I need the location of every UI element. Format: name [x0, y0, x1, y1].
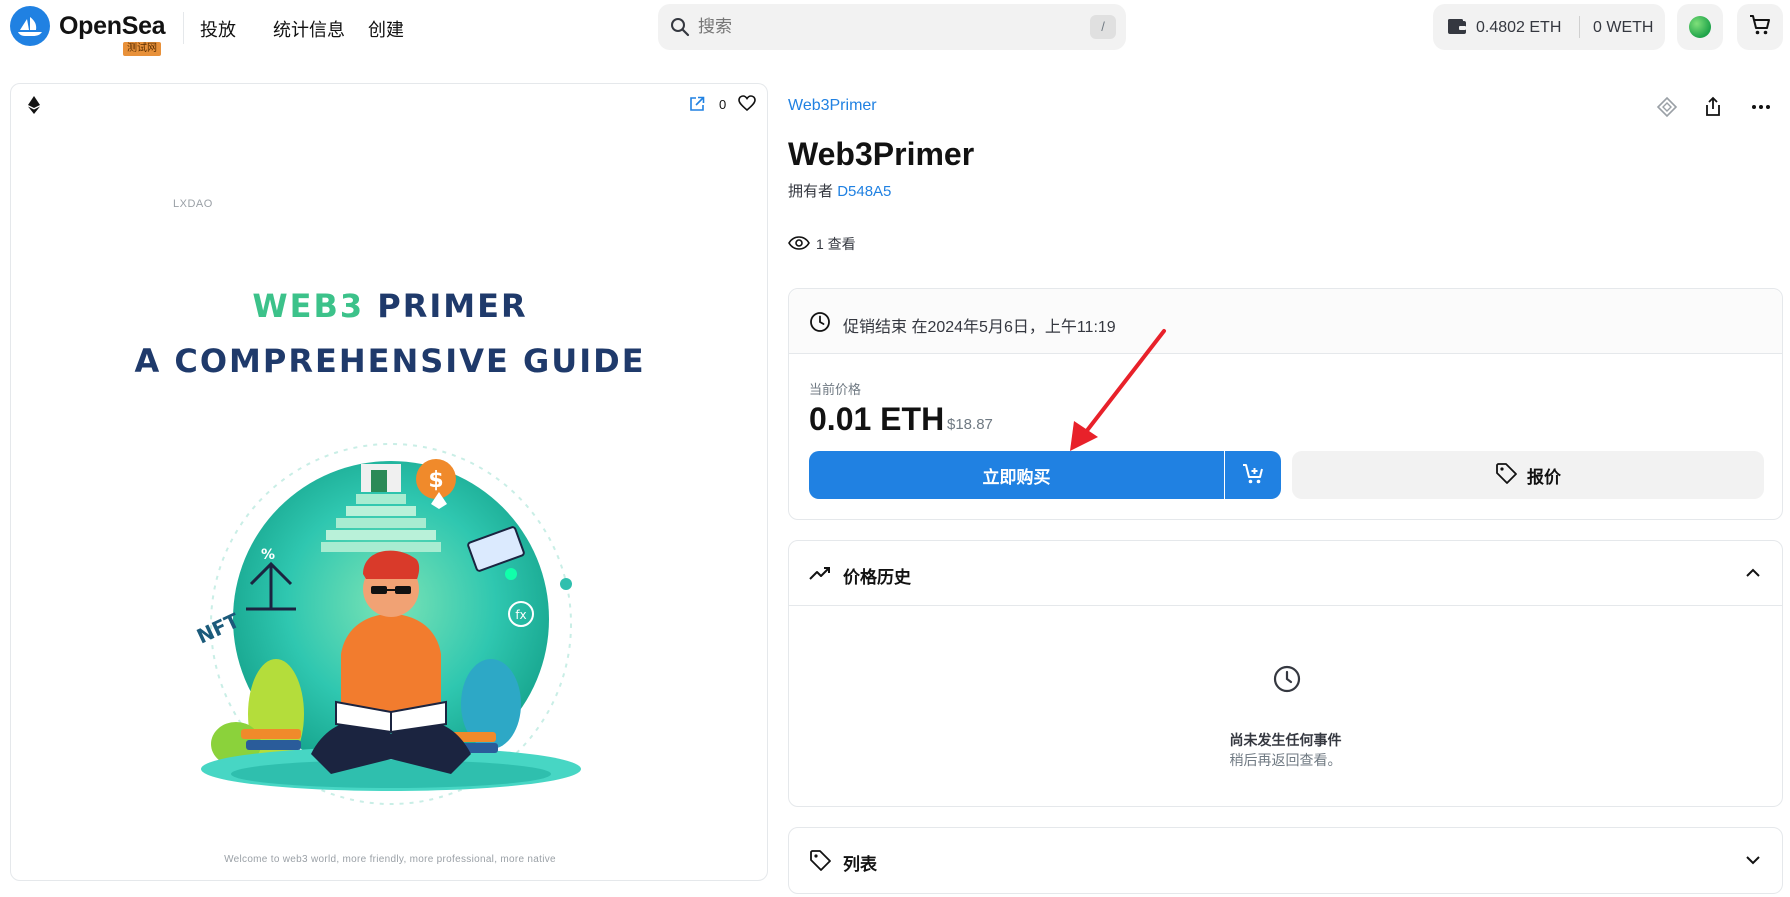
- price-history-title: 价格历史: [843, 568, 911, 587]
- nav-link-drops[interactable]: 投放: [200, 16, 236, 42]
- eth-balance: 0.4802 ETH: [1476, 19, 1562, 36]
- annotation-arrow-icon: [1060, 325, 1180, 460]
- add-to-cart-button[interactable]: [1225, 451, 1281, 499]
- empty-state-subtitle: 稍后再返回查看。: [1229, 752, 1342, 768]
- owner-label: 拥有者: [788, 183, 834, 200]
- owner-link[interactable]: D548A5: [837, 183, 891, 200]
- nft-artwork[interactable]: LXDAO WEB3 PRIMER A COMPREHENSIVE GUIDE: [11, 124, 767, 880]
- tag-icon: [809, 849, 831, 876]
- cart-button[interactable]: [1737, 4, 1783, 50]
- nav-link-create[interactable]: 创建: [368, 16, 404, 42]
- svg-text:fx: fx: [515, 608, 526, 622]
- external-link-icon[interactable]: [689, 96, 705, 117]
- cart-plus-icon: [1242, 463, 1264, 488]
- trend-icon: [809, 562, 831, 589]
- top-navbar: OpenSea 测试网 投放 统计信息 创建 / 0.4802 ETH 0 WE…: [0, 0, 1790, 56]
- brand-name[interactable]: OpenSea: [59, 12, 166, 41]
- listings-panel: 列表: [788, 827, 1783, 894]
- artwork-title-line2: A COMPREHENSIVE GUIDE: [134, 342, 646, 380]
- svg-text:%: %: [261, 547, 275, 563]
- tag-icon: [1495, 462, 1517, 489]
- cart-icon: [1749, 14, 1771, 41]
- nav-link-stats[interactable]: 统计信息: [273, 16, 345, 42]
- listings-title: 列表: [843, 855, 877, 874]
- chevron-up-icon[interactable]: [1746, 565, 1760, 583]
- testnet-badge: 测试网: [123, 42, 161, 56]
- artwork-title-line1: WEB3 PRIMER: [252, 287, 528, 325]
- collection-link[interactable]: Web3Primer: [788, 97, 877, 115]
- artwork-brand: LXDAO: [173, 198, 213, 210]
- view-count: 1 查看: [788, 234, 856, 254]
- profile-button[interactable]: [1677, 4, 1723, 50]
- owner-info: 拥有者 D548A5: [788, 180, 891, 201]
- search-shortcut-key: /: [1090, 15, 1116, 39]
- nft-media-card: 0 LXDAO WEB3 PRIMER A COMPREHENSIVE GUID…: [10, 83, 768, 881]
- more-icon[interactable]: [1751, 96, 1771, 123]
- empty-clock-icon: [1273, 665, 1301, 698]
- ethereum-icon: [28, 96, 40, 119]
- weth-balance: 0 WETH: [1593, 19, 1654, 36]
- price-usd: $18.87: [947, 416, 993, 433]
- share-icon[interactable]: [1703, 96, 1723, 123]
- eye-icon: [788, 235, 810, 253]
- opensea-logo[interactable]: [10, 6, 50, 46]
- empty-state-title: 尚未发生任何事件: [1229, 732, 1342, 748]
- view-count-text: 1 查看: [816, 236, 856, 252]
- heart-icon[interactable]: [738, 95, 756, 116]
- wallet-balance[interactable]: 0.4802 ETH 0 WETH: [1433, 4, 1665, 50]
- search-bar[interactable]: /: [658, 4, 1126, 50]
- artwork-footer: Welcome to web3 world, more friendly, mo…: [224, 854, 556, 865]
- search-input[interactable]: [698, 4, 1068, 50]
- balance-separator: [1579, 16, 1580, 38]
- favorites-count: 0: [719, 97, 727, 112]
- make-offer-label: 报价: [1527, 467, 1561, 487]
- make-offer-button[interactable]: 报价: [1292, 451, 1764, 499]
- chevron-down-icon[interactable]: [1746, 852, 1760, 870]
- artwork-illustration: $ NFT fx %: [193, 443, 581, 805]
- current-price: 0.01 ETH: [809, 401, 945, 437]
- price-history-panel: 价格历史 尚未发生任何事件 稍后再返回查看。: [788, 540, 1783, 807]
- listings-header[interactable]: 列表: [789, 828, 1782, 893]
- avatar: [1689, 16, 1711, 38]
- nav-divider: [183, 12, 184, 44]
- search-icon: [670, 17, 690, 42]
- price-history-header[interactable]: 价格历史: [789, 541, 1782, 606]
- clock-icon: [809, 311, 831, 338]
- sale-end-header: 促销结束 在2024年5月6日，上午11:19: [789, 289, 1782, 354]
- current-price-label: 当前价格: [809, 382, 862, 397]
- svg-text:$: $: [428, 468, 443, 493]
- nft-title: Web3Primer: [788, 136, 975, 172]
- transfer-icon[interactable]: [1656, 96, 1678, 123]
- sale-panel: 促销结束 在2024年5月6日，上午11:19 当前价格 0.01 ETH $1…: [788, 288, 1783, 520]
- wallet-icon: [1447, 18, 1467, 41]
